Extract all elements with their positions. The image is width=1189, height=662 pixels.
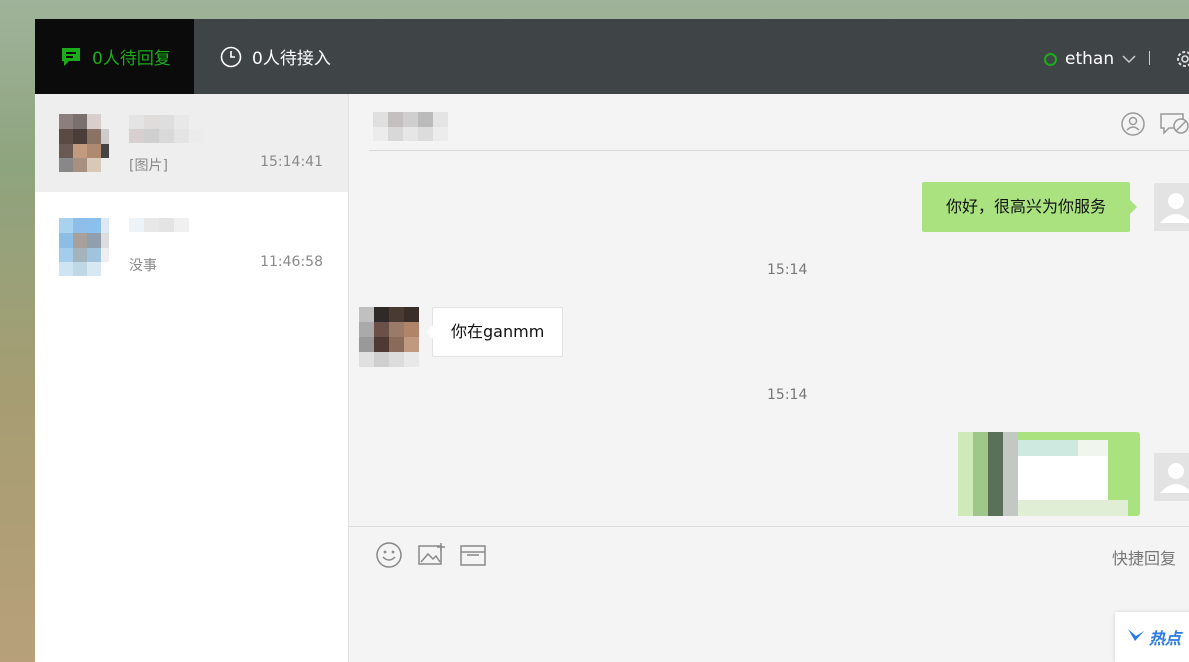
avatar bbox=[59, 218, 109, 276]
hot-topics-button[interactable]: 热点 bbox=[1115, 612, 1189, 662]
message-time: 15:14:41 bbox=[260, 154, 323, 170]
outgoing-image-message[interactable] bbox=[958, 432, 1140, 516]
chat-bubble-icon bbox=[60, 46, 82, 68]
outgoing-message: 你好，很高兴为你服务 bbox=[922, 182, 1138, 232]
hot-label: 热点 bbox=[1149, 629, 1182, 648]
top-bar: 0人待回复 0人待接入 ethan bbox=[35, 19, 1189, 94]
timestamp: 15:14 bbox=[767, 387, 808, 403]
avatar bbox=[59, 114, 109, 172]
gear-icon[interactable] bbox=[1173, 47, 1189, 75]
emoji-icon[interactable] bbox=[375, 541, 403, 573]
tab-pending-reply-label: 0人待回复 bbox=[92, 49, 171, 69]
message-time: 11:46:58 bbox=[260, 254, 323, 270]
end-chat-icon[interactable] bbox=[1159, 110, 1189, 142]
quick-reply-button[interactable]: 快捷回复 bbox=[1112, 545, 1176, 569]
chat-panel: 你好，很高兴为你服务 15:14 你在ganmm 15:14 bbox=[349, 94, 1189, 526]
folder-icon[interactable] bbox=[459, 541, 489, 573]
chat-header bbox=[369, 94, 1189, 151]
tab-pending-accept-label: 0人待接入 bbox=[252, 49, 331, 69]
conversation-item[interactable]: [图片] 15:14:41 bbox=[35, 94, 348, 192]
last-message: 没事 bbox=[129, 258, 157, 274]
transfer-user-icon[interactable] bbox=[1119, 110, 1149, 142]
agent-avatar bbox=[1154, 453, 1189, 501]
clock-icon bbox=[220, 46, 242, 68]
incoming-message: 你在ganmm bbox=[425, 307, 564, 357]
agent-avatar bbox=[1154, 183, 1189, 231]
bird-icon bbox=[1127, 627, 1145, 647]
compose-area[interactable]: 快捷回复 bbox=[349, 526, 1189, 662]
contact-name-blurred bbox=[129, 218, 209, 238]
online-status-icon bbox=[1044, 52, 1057, 66]
tab-pending-reply[interactable]: 0人待回复 bbox=[60, 19, 171, 94]
last-message: [图片] bbox=[129, 158, 168, 174]
timestamp: 15:14 bbox=[767, 262, 808, 278]
user-menu[interactable]: ethan bbox=[1044, 19, 1136, 99]
conversation-item[interactable]: 没事 11:46:58 bbox=[35, 198, 348, 296]
divider bbox=[1149, 51, 1150, 65]
app-window: 0人待回复 0人待接入 ethan [图片] 15:14:41 没事 11:46… bbox=[35, 19, 1189, 662]
user-name: ethan bbox=[1065, 49, 1115, 69]
conversation-list: [图片] 15:14:41 没事 11:46:58 bbox=[35, 94, 349, 662]
customer-avatar bbox=[359, 307, 419, 367]
image-icon[interactable] bbox=[417, 541, 447, 573]
contact-name-blurred bbox=[373, 112, 463, 142]
tab-pending-accept[interactable]: 0人待接入 bbox=[220, 19, 331, 94]
contact-name-blurred bbox=[129, 115, 209, 143]
chevron-down-icon bbox=[1122, 49, 1136, 69]
